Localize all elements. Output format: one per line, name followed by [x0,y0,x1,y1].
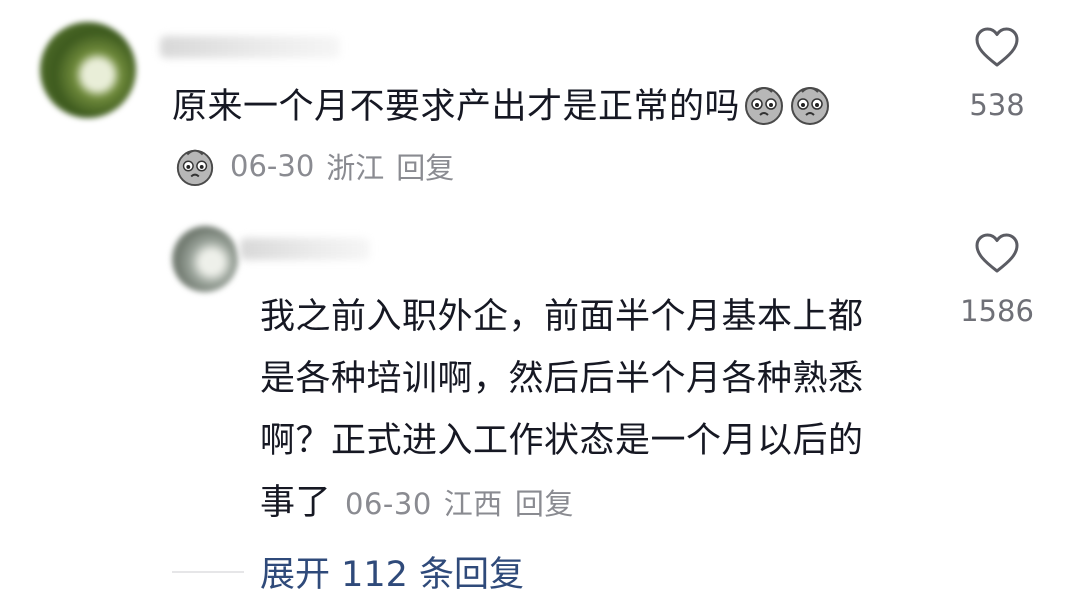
reply-line: 我之前入职外企，前面半个月基本上都 [260,297,864,337]
reply-line: 事了 [260,483,332,523]
replier-name-redacted[interactable] [240,238,370,260]
reply-like-button[interactable]: 1586 [952,232,1042,328]
commenter-avatar[interactable] [40,22,136,118]
heart-icon[interactable] [974,26,1020,68]
reply-meta: 06-30 江西 回复 [345,473,574,535]
reply-last-line: 事了 06-30 江西 回复 [260,472,910,535]
replier-avatar[interactable] [172,226,238,292]
expand-replies-row[interactable]: 展开 112 条回复 [172,546,524,597]
comment-date: 06-30 [230,149,315,183]
heart-icon[interactable] [974,232,1020,274]
reply-text: 我之前入职外企，前面半个月基本上都 是各种培训啊，然后后半个月各种熟悉 啊？正式… [260,286,910,535]
divider-line [172,570,244,573]
commenter-name-redacted[interactable] [160,36,340,58]
comment-like-button[interactable]: 538 [952,26,1042,122]
reply-reply-button[interactable]: 回复 [515,473,574,535]
sad-face-emoji-icon [791,87,830,125]
comment-body: 原来一个月不要求产出才是正常的吗 [172,87,741,127]
comment-location: 浙江 [326,151,385,185]
comment-meta: 06-30 浙江 回复 [172,144,454,188]
comment-like-count: 538 [969,88,1025,122]
reply-line: 是各种培训啊，然后后半个月各种熟悉 [260,359,864,399]
comment-text: 原来一个月不要求产出才是正常的吗 [172,76,832,138]
sad-face-emoji-icon [745,87,784,125]
sad-face-emoji-icon [176,149,214,187]
comment-reply-button[interactable]: 回复 [396,145,454,187]
expand-replies-button[interactable]: 展开 112 条回复 [260,546,524,597]
reply-like-count: 1586 [960,294,1034,328]
reply-date: 06-30 [345,487,432,521]
reply-location: 江西 [443,487,503,521]
reply-line: 啊？正式进入工作状态是一个月以后的 [260,421,864,461]
